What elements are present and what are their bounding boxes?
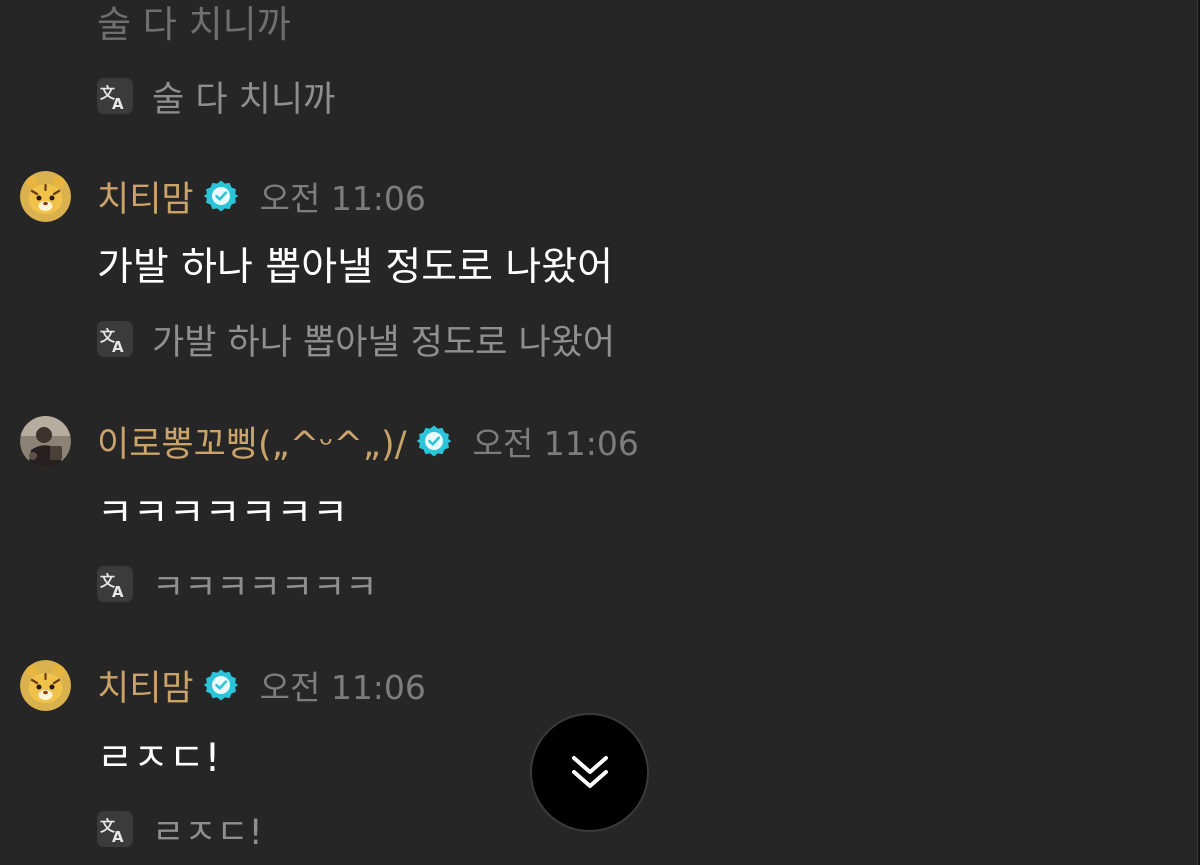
timestamp: 오전 11:06 bbox=[259, 179, 426, 218]
translation-text: 술 다 치니까 bbox=[152, 79, 336, 120]
message-text: 가발 하나 뽑아낼 정도로 나왔어 bbox=[97, 245, 614, 290]
verified-badge-icon bbox=[204, 668, 238, 702]
message-header: 치티맘 오전 11:06 bbox=[20, 659, 426, 711]
scroll-to-bottom-button[interactable] bbox=[530, 713, 649, 832]
translate-icon[interactable] bbox=[97, 566, 133, 602]
translation-text: 가발 하나 뽑아낼 정도로 나왔어 bbox=[152, 322, 616, 363]
double-chevron-down-icon bbox=[568, 751, 612, 795]
timestamp: 오전 11:06 bbox=[472, 424, 639, 463]
verified-badge-icon bbox=[204, 179, 238, 213]
translation-row: 술 다 치니까 bbox=[97, 74, 335, 120]
translate-icon[interactable] bbox=[97, 321, 133, 357]
username[interactable]: 치티맘 bbox=[97, 171, 194, 222]
message-text: 술 다 치니까 bbox=[97, 3, 291, 46]
message-text: ㅋㅋㅋㅋㅋㅋㅋ bbox=[97, 491, 349, 536]
message-header: 치티맘 오전 11:06 bbox=[20, 170, 426, 222]
timestamp: 오전 11:06 bbox=[259, 668, 426, 707]
translation-text: ㄹㅈㄷ! bbox=[152, 812, 263, 853]
chat-panel: 술 다 치니까 술 다 치니까 치티맘 오전 11:06 가발 하나 뽑아낼 정… bbox=[0, 0, 1198, 865]
message-text: ㄹㅈㄷ! bbox=[97, 736, 221, 781]
tiger-avatar-icon[interactable] bbox=[20, 660, 71, 711]
translation-text: ㅋㅋㅋㅋㅋㅋㅋ bbox=[152, 567, 378, 608]
translation-row: ㄹㅈㄷ! bbox=[97, 807, 263, 853]
username[interactable]: 치티맘 bbox=[97, 660, 194, 711]
translate-icon[interactable] bbox=[97, 811, 133, 847]
verified-badge-icon bbox=[417, 424, 451, 458]
translate-icon[interactable] bbox=[97, 78, 133, 114]
username[interactable]: 이로뽕꼬삥(„^ᵕ^„)/ bbox=[97, 416, 407, 467]
message-header: 이로뽕꼬삥(„^ᵕ^„)/ 오전 11:06 bbox=[20, 415, 639, 467]
tiger-avatar-icon[interactable] bbox=[20, 171, 71, 222]
translation-row: 가발 하나 뽑아낼 정도로 나왔어 bbox=[97, 317, 615, 363]
translation-row: ㅋㅋㅋㅋㅋㅋㅋ bbox=[97, 562, 377, 608]
photo-avatar-icon[interactable] bbox=[20, 416, 71, 467]
